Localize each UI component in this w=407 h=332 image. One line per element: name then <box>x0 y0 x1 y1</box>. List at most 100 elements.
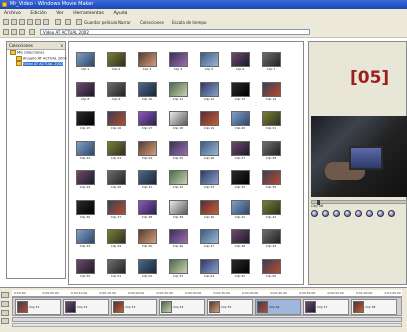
clip-thumbnail[interactable]: Clip 31 <box>135 170 159 193</box>
back-icon[interactable] <box>333 210 340 217</box>
clip-thumbnail[interactable]: Clip 18 <box>166 111 190 134</box>
clip-thumbnail[interactable]: Clip 20 <box>228 111 252 134</box>
clip-thumbnail[interactable]: Clip 40 <box>197 199 221 223</box>
audio-track[interactable] <box>12 317 402 322</box>
previous-frame-icon[interactable] <box>344 210 351 217</box>
paste-icon[interactable] <box>43 19 49 25</box>
clip-thumbnail[interactable]: Clip 56 <box>259 258 283 282</box>
clip-thumbnail[interactable]: Clip 22 <box>73 140 97 164</box>
clip-thumbnail[interactable]: Clip 29 <box>73 170 97 193</box>
clip-thumbnail[interactable]: Clip 28 <box>259 140 283 164</box>
save-movie-button[interactable]: Guardar película <box>84 19 117 26</box>
timeline-clip[interactable]: Clip 53 <box>111 299 157 315</box>
clip-thumbnail[interactable]: Clip 50 <box>73 258 97 282</box>
clip-thumbnail[interactable]: Clip 43 <box>73 229 97 252</box>
timeline-clip[interactable]: Clip 56 <box>255 299 301 315</box>
fullscreen-icon[interactable] <box>388 210 395 217</box>
play-icon[interactable] <box>311 210 318 217</box>
clip-thumbnail[interactable]: Clip 45 <box>135 229 159 252</box>
timeline-button[interactable]: Escala de tiempo <box>172 19 206 26</box>
clip-thumbnail[interactable]: Clip 16 <box>104 111 128 134</box>
clip-thumbnail[interactable]: Clip 49 <box>259 229 283 252</box>
open-project-icon[interactable] <box>11 19 17 25</box>
clip-thumbnail[interactable]: Clip 34 <box>228 170 252 193</box>
clip-thumbnail[interactable]: Clip 7 <box>259 52 283 75</box>
clip-thumbnail[interactable]: Clip 10 <box>135 81 159 105</box>
timeline-clip[interactable]: Clip 57 <box>303 299 349 315</box>
collections-button[interactable]: Colecciones <box>140 19 164 26</box>
clip-thumbnail[interactable]: Clip 51 <box>104 258 128 282</box>
clip-thumbnail[interactable]: Clip 42 <box>259 199 283 223</box>
clip-thumbnail[interactable]: Clip 37 <box>104 199 128 223</box>
clip-thumbnail[interactable]: Clip 27 <box>228 140 252 164</box>
new-project-icon[interactable] <box>3 19 9 25</box>
clip-thumbnail[interactable]: Clip 9 <box>104 81 128 105</box>
clip-thumbnail[interactable]: Clip 25 <box>166 140 190 164</box>
title-track[interactable] <box>12 323 402 327</box>
back-icon[interactable] <box>3 29 9 35</box>
video-track[interactable]: Clip 51 Clip 52 Clip 53 Clip 54 Clip 55 Clip … <box>12 297 402 316</box>
clip-thumbnail[interactable]: Clip 41 <box>228 199 252 223</box>
save-movie-icon[interactable] <box>76 19 82 25</box>
clip-thumbnail[interactable]: Clip 23 <box>104 140 128 164</box>
play-timeline-icon[interactable] <box>1 310 9 316</box>
clip-thumbnail[interactable]: Clip 46 <box>166 229 190 252</box>
clip-thumbnail[interactable]: Clip 35 <box>259 170 283 193</box>
clip-thumbnail[interactable]: Clip 14 <box>259 81 283 105</box>
save-project-icon[interactable] <box>19 19 25 25</box>
timeline-clip[interactable]: Clip 55 <box>207 299 253 315</box>
seek-bar[interactable] <box>311 200 407 205</box>
narrate-button[interactable]: Narrar <box>118 19 131 26</box>
clip-thumbnail[interactable]: Clip 13 <box>228 81 252 105</box>
clip-thumbnail[interactable]: Clip 6 <box>228 52 252 75</box>
clip-thumbnail[interactable]: Clip 17 <box>135 111 159 134</box>
clip-thumbnail[interactable]: Clip 39 <box>166 199 190 223</box>
clip-thumbnail[interactable]: Clip 2 <box>104 52 128 75</box>
timeline-clip[interactable]: Clip 51 <box>15 299 61 315</box>
cut-icon[interactable] <box>27 19 33 25</box>
clip-thumbnail[interactable]: Clip 36 <box>73 199 97 223</box>
timeline-clip[interactable]: Clip 52 <box>63 299 109 315</box>
timeline-ruler[interactable]: 0:00:00 0:00:05.00 0:00:10.00 0:00:15.00 0:0… <box>12 290 402 297</box>
clip-thumbnail[interactable]: Clip 47 <box>197 229 221 252</box>
clip-thumbnail[interactable]: Clip 12 <box>197 81 221 105</box>
tree-item-video[interactable]: Video AT ACTUAL 2002 <box>7 61 65 67</box>
rewind-icon[interactable] <box>1 318 9 324</box>
close-icon[interactable]: x <box>61 42 63 49</box>
clip-thumbnail[interactable]: Clip 54 <box>197 258 221 282</box>
clip-thumbnail[interactable]: Clip 1 <box>73 52 97 75</box>
clip-thumbnail[interactable]: Clip 21 <box>259 111 283 134</box>
clip-thumbnail[interactable]: Clip 26 <box>197 140 221 164</box>
clip-thumbnail[interactable]: Clip 38 <box>135 199 159 223</box>
record-icon[interactable] <box>55 19 61 25</box>
clip-thumbnail[interactable]: Clip 19 <box>197 111 221 134</box>
collection-dropdown[interactable]: Video AT ACTUAL 2002 <box>40 29 310 35</box>
next-frame-icon[interactable] <box>355 210 362 217</box>
copy-icon[interactable] <box>35 19 41 25</box>
new-collection-icon[interactable] <box>29 29 35 35</box>
clip-thumbnail[interactable]: Clip 48 <box>228 229 252 252</box>
up-folder-icon[interactable] <box>19 29 25 35</box>
clip-thumbnail[interactable]: Clip 53 <box>166 258 190 282</box>
forward-icon[interactable] <box>366 210 373 217</box>
clip-thumbnail[interactable]: Clip 15 <box>73 111 97 134</box>
clip-thumbnail[interactable]: Clip 24 <box>135 140 159 164</box>
import-icon[interactable] <box>65 19 71 25</box>
clip-thumbnail[interactable]: Clip 32 <box>166 170 190 193</box>
timeline-clip[interactable]: Clip 58 <box>351 299 397 315</box>
clip-thumbnail[interactable]: Clip 3 <box>135 52 159 75</box>
clip-thumbnail[interactable]: Clip 4 <box>166 52 190 75</box>
clip-thumbnail[interactable]: Clip 5 <box>197 52 221 75</box>
forward-icon[interactable] <box>11 29 17 35</box>
clip-thumbnail[interactable]: Clip 52 <box>135 258 159 282</box>
clip-thumbnail[interactable]: Clip 44 <box>104 229 128 252</box>
stop-icon[interactable] <box>322 210 329 217</box>
zoom-out-icon[interactable] <box>1 301 9 307</box>
clip-thumbnail[interactable]: Clip 30 <box>104 170 128 193</box>
clip-thumbnail[interactable]: Clip 55 <box>228 258 252 282</box>
clip-thumbnail[interactable]: Clip 11 <box>166 81 190 105</box>
split-icon[interactable] <box>377 210 384 217</box>
clip-thumbnail[interactable]: Clip 33 <box>197 170 221 193</box>
clip-thumbnail[interactable]: Clip 8 <box>73 81 97 105</box>
magnifier-icon[interactable] <box>1 292 9 298</box>
